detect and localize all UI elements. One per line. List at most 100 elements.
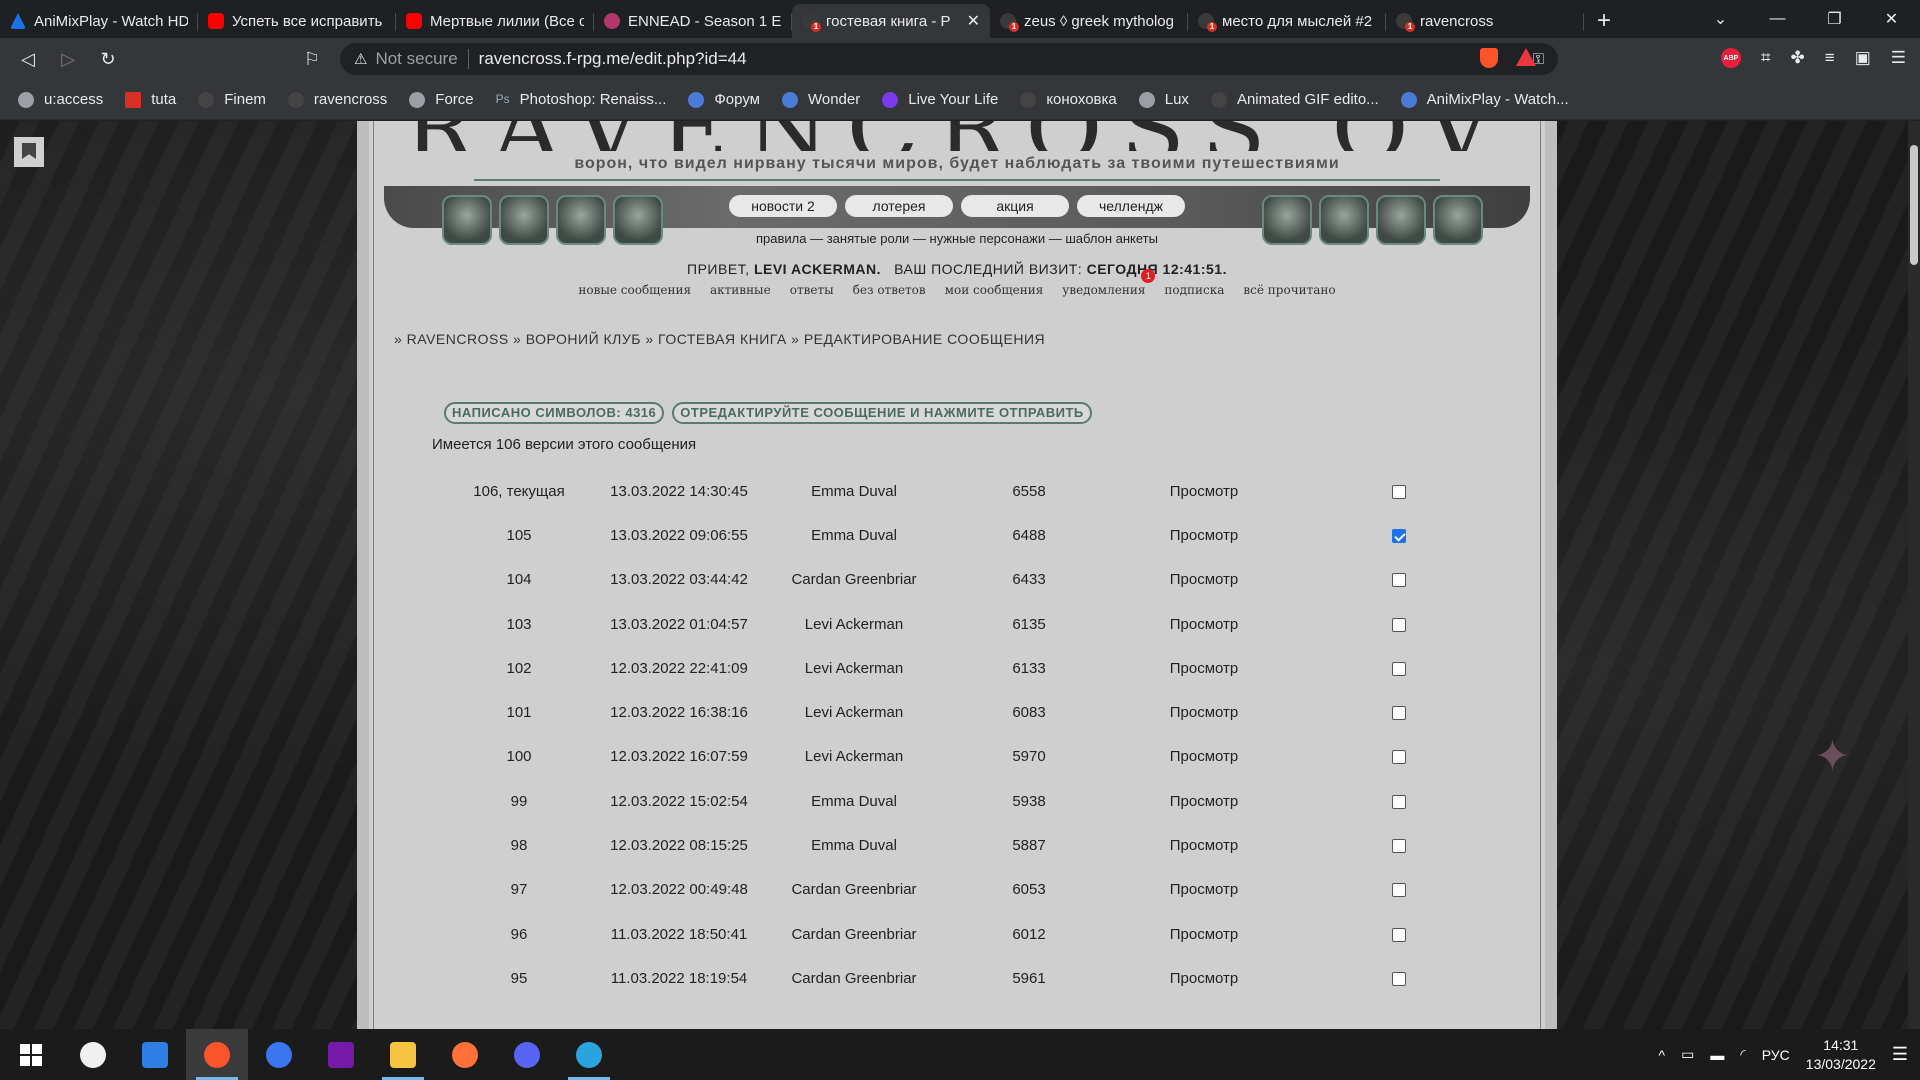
view-link[interactable]: Просмотр (1124, 956, 1284, 1000)
version-checkbox[interactable] (1392, 839, 1406, 854)
bookmark-item[interactable]: tuta (125, 91, 176, 108)
brave-rewards-icon[interactable] (1516, 48, 1536, 66)
taskbar-firefox[interactable] (434, 1029, 496, 1080)
taskbar-itunes[interactable] (62, 1029, 124, 1080)
extensions-puzzle-icon[interactable]: ✤ (1791, 48, 1805, 68)
greeting-user[interactable]: LEVI ACKERMAN. (754, 261, 881, 277)
notifications-icon[interactable]: ☰ (1892, 1044, 1908, 1065)
tab-6[interactable]: место для мыслей #2 (1188, 4, 1386, 38)
tab-7[interactable]: ravencross (1386, 4, 1584, 38)
view-link[interactable]: Просмотр (1124, 868, 1284, 912)
reading-list-icon[interactable]: ≡ (1825, 48, 1835, 68)
tab-4[interactable]: гостевая книга - P ✕ (792, 4, 990, 38)
reload-icon[interactable]: ↻ (88, 49, 128, 70)
corner-bookmark-icon[interactable] (14, 137, 44, 167)
warning-icon[interactable]: ⚠ (354, 50, 367, 68)
tab-3[interactable]: ENNEAD - Season 1 Ep (594, 4, 792, 38)
user-link[interactable]: без ответов (853, 283, 926, 297)
bookmark-item[interactable]: Animated GIF edito... (1210, 91, 1379, 108)
tab-search-icon[interactable]: ⌄ (1692, 9, 1749, 29)
bookmark-item[interactable]: Live Your Life (882, 91, 998, 108)
view-link[interactable]: Просмотр (1124, 779, 1284, 823)
user-link[interactable]: уведомления 1 (1062, 269, 1156, 297)
taskbar-onenote[interactable] (310, 1029, 372, 1080)
tab-5[interactable]: zeus ◊ greek mytholog (990, 4, 1188, 38)
battery-icon[interactable]: ▬ (1710, 1047, 1724, 1063)
bookmark-item[interactable]: Форум (688, 91, 760, 108)
taskbar-telegram[interactable] (558, 1029, 620, 1080)
rules-links[interactable]: правила — занятые роли — нужные персонаж… (374, 231, 1540, 246)
tab-2[interactable]: Мертвые лилии (Все с (396, 4, 594, 38)
tab-0[interactable]: AniMixPlay - Watch HD (0, 4, 198, 38)
bookmark-item[interactable]: AniMixPlay - Watch... (1400, 91, 1569, 108)
tray-chevron-icon[interactable]: ^ (1659, 1047, 1666, 1063)
nav-pill[interactable]: новости 2 (729, 195, 837, 217)
version-checkbox[interactable] (1392, 484, 1406, 499)
view-link[interactable]: Просмотр (1124, 513, 1284, 557)
security-label[interactable]: Not secure (375, 49, 457, 69)
user-link[interactable]: ответы (790, 283, 834, 297)
user-link[interactable]: новые сообщения (578, 283, 691, 297)
bookmark-item[interactable]: коноховка (1020, 91, 1117, 108)
back-icon[interactable]: ◁ (8, 49, 48, 70)
nav-pill[interactable]: челлендж (1077, 195, 1185, 217)
user-link[interactable]: всё прочитано (1243, 283, 1335, 297)
wifi-icon[interactable]: ◜ (1740, 1046, 1745, 1063)
restore-icon[interactable]: ❐ (1806, 9, 1863, 29)
taskbar-todo[interactable] (124, 1029, 186, 1080)
start-button[interactable] (0, 1029, 62, 1080)
adblock-icon[interactable]: ABP (1720, 48, 1741, 68)
version-checkbox[interactable] (1392, 617, 1406, 632)
user-link[interactable]: подписка (1164, 283, 1224, 297)
display-icon[interactable]: ▭ (1681, 1046, 1694, 1063)
minimize-icon[interactable]: — (1749, 10, 1806, 28)
bookmark-item[interactable]: Wonder (781, 91, 860, 108)
bookmark-page-icon[interactable]: ⚐ (292, 49, 332, 70)
address-bar[interactable]: ⚠ Not secure ravencross.f-rpg.me/edit.ph… (340, 43, 1558, 75)
view-link[interactable]: Просмотр (1124, 602, 1284, 646)
view-link[interactable]: Просмотр (1124, 690, 1284, 734)
version-checkbox[interactable] (1392, 661, 1406, 676)
bookmark-item[interactable]: Force (409, 91, 474, 108)
view-link[interactable]: Просмотр (1124, 912, 1284, 956)
version-checkbox[interactable] (1392, 971, 1406, 986)
breadcrumb[interactable]: » RAVENCROSS » ВОРОНИЙ КЛУБ » ГОСТЕВАЯ К… (394, 331, 1045, 347)
version-checkbox[interactable] (1392, 883, 1406, 898)
nav-pill[interactable]: акция (961, 195, 1069, 217)
version-checkbox[interactable] (1392, 927, 1406, 942)
forum-logo[interactable]: RAVENCROSS OVER (404, 121, 1504, 151)
bookmark-item[interactable]: Finem (198, 91, 266, 108)
user-link[interactable]: мои сообщения (945, 283, 1044, 297)
view-link[interactable]: Просмотр (1124, 823, 1284, 867)
language-indicator[interactable]: РУС (1762, 1047, 1790, 1063)
bookmark-item[interactable]: ravencross (287, 91, 387, 108)
wallet-icon[interactable]: ▣ (1855, 48, 1871, 68)
menu-icon[interactable]: ☰ (1891, 48, 1906, 68)
version-checkbox[interactable] (1392, 794, 1406, 809)
page-scrollbar[interactable] (1908, 121, 1920, 1029)
taskbar-explorer[interactable] (372, 1029, 434, 1080)
view-link[interactable]: Просмотр (1124, 646, 1284, 690)
version-checkbox[interactable] (1392, 573, 1406, 588)
version-checkbox[interactable] (1392, 706, 1406, 721)
close-window-icon[interactable]: ✕ (1863, 9, 1920, 29)
new-tab-button[interactable]: + (1584, 4, 1624, 38)
bookmark-item[interactable]: Lux (1138, 91, 1189, 108)
version-checkbox[interactable] (1392, 750, 1406, 765)
bookmark-item[interactable]: Ps Photoshop: Renaiss... (496, 91, 667, 108)
taskbar-discord[interactable] (496, 1029, 558, 1080)
tab-close-icon[interactable]: ✕ (967, 11, 980, 31)
taskbar-signal[interactable] (248, 1029, 310, 1080)
user-link[interactable]: активные (710, 283, 771, 297)
view-link[interactable]: Просмотр (1124, 469, 1284, 513)
translate-icon[interactable]: ⌗ (1761, 48, 1771, 68)
url-text[interactable]: ravencross.f-rpg.me/edit.php?id=44 (479, 49, 747, 69)
brave-shields-icon[interactable] (1480, 48, 1498, 68)
taskbar-brave[interactable] (186, 1029, 248, 1080)
forward-icon[interactable]: ▷ (48, 49, 88, 70)
clock[interactable]: 14:31 13/03/2022 (1806, 1036, 1876, 1074)
nav-pill[interactable]: лотерея (845, 195, 953, 217)
view-link[interactable]: Просмотр (1124, 735, 1284, 779)
tab-1[interactable]: Успеть все исправить (198, 4, 396, 38)
bookmark-item[interactable]: u:access (18, 91, 103, 108)
